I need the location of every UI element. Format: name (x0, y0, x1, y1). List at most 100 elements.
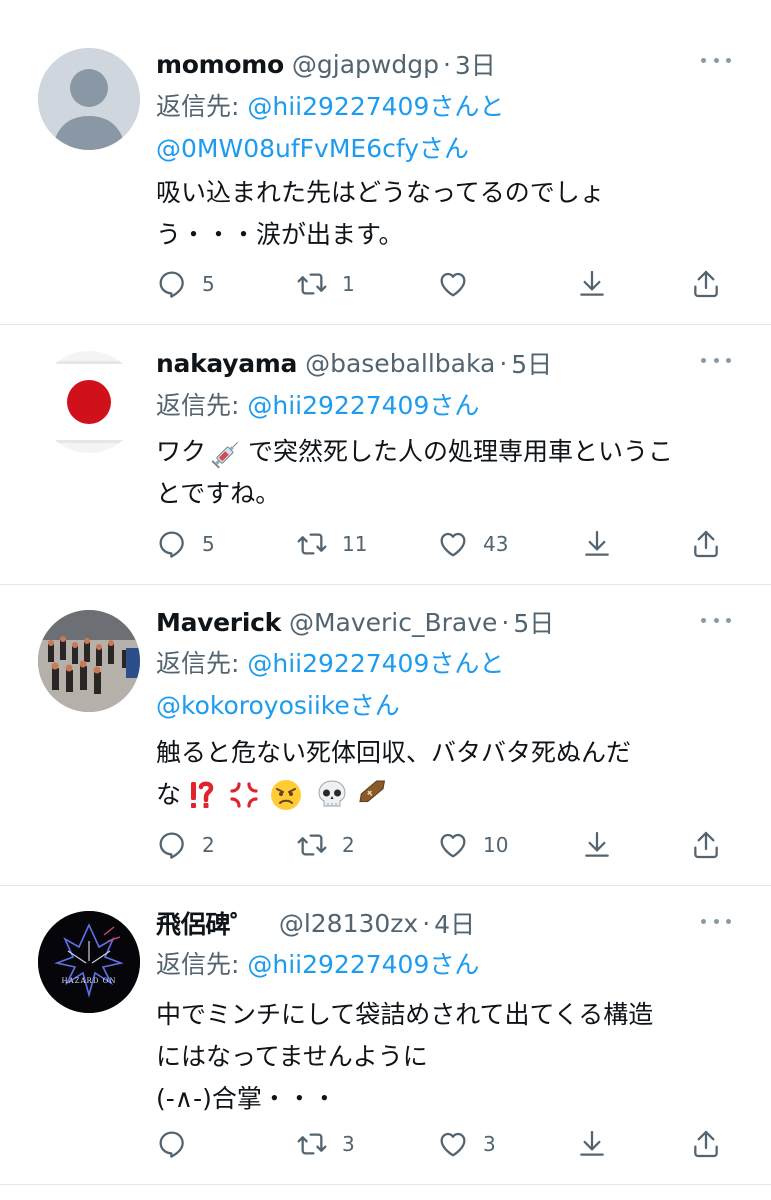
mention-link[interactable]: @hii29227409 (247, 950, 429, 979)
angry-face-emoji (271, 780, 302, 810)
tweet-text-line: ワク で突然死した人の処理専用車というこ (156, 431, 731, 473)
separator: · (499, 348, 508, 378)
display-name[interactable]: momomo (156, 50, 284, 79)
share-button[interactable] (690, 1124, 722, 1164)
avatar[interactable] (38, 48, 140, 150)
like-count: 10 (483, 833, 509, 857)
more-icon[interactable] (701, 618, 731, 626)
mention-link[interactable]: @0MW08ufFvME6cfy (156, 134, 419, 163)
like-count: 3 (483, 1132, 496, 1156)
japan-flag-icon (38, 351, 140, 453)
user-handle[interactable]: @l28130zx (279, 909, 418, 938)
download-button[interactable] (576, 1124, 608, 1164)
reply-suffix: さん (349, 691, 400, 720)
tweet-text-line: う・・・涙が出ます。 (156, 220, 404, 249)
coffin-emoji (359, 780, 386, 803)
action-bar: 3 3 (156, 1124, 731, 1164)
more-icon[interactable] (701, 919, 731, 927)
tweet-text-line: な (156, 774, 731, 816)
user-handle[interactable]: @Maveric_Brave (289, 608, 497, 637)
reply-context: 返信先: @hii29227409さんと @kokoroyosiikeさん (156, 643, 731, 727)
reply-connector: さんと (429, 92, 505, 121)
timestamp[interactable]: 5日 (513, 604, 554, 640)
more-icon[interactable] (701, 358, 731, 366)
reply-label: 返信先: (156, 950, 248, 979)
tweet-text-line: にはなってませんように (156, 1042, 428, 1071)
avatar[interactable]: HAZARD ON (38, 911, 140, 1013)
retweet-count: 3 (342, 1132, 355, 1156)
action-bar: 5 11 43 (156, 524, 731, 564)
separator: · (501, 607, 510, 637)
reply-label: 返信先: (156, 649, 248, 678)
share-icon (690, 1128, 722, 1160)
reply-icon (156, 528, 188, 560)
tweet-text: ワク で突然死した人の処理専用車というこ とですね。 (156, 431, 731, 515)
reply-icon (156, 268, 188, 300)
download-icon (581, 528, 613, 560)
timestamp[interactable]: 4日 (434, 905, 475, 941)
more-icon[interactable] (701, 58, 731, 66)
tweet-text-line: (-∧-)合掌・・・ (156, 1084, 337, 1113)
like-button[interactable]: 3 (437, 1124, 496, 1164)
share-button[interactable] (690, 825, 722, 865)
retweet-button[interactable]: 2 (296, 825, 355, 865)
like-button[interactable] (437, 264, 483, 304)
mention-link[interactable]: @hii29227409 (247, 92, 429, 121)
reply-button[interactable]: 2 (156, 825, 215, 865)
display-name[interactable]: Maverick (156, 608, 281, 637)
reply-context: 返信先: @hii29227409さん (156, 944, 731, 986)
timestamp[interactable]: 5日 (511, 345, 552, 381)
user-handle[interactable]: @gjapwdgp (292, 50, 439, 79)
tweet[interactable]: HAZARD ON 飛侶碑゜ @l28130zx · 4日 返信先: @hii2… (0, 886, 771, 1185)
share-icon (690, 829, 722, 861)
action-bar: 2 2 10 (156, 825, 731, 865)
mention-link[interactable]: @kokoroyosiike (156, 691, 350, 720)
tweet[interactable]: Maverick @Maveric_Brave · 5日 返信先: @hii29… (0, 585, 771, 886)
download-button[interactable] (581, 825, 613, 865)
mention-link[interactable]: @hii29227409 (247, 391, 429, 420)
timestamp[interactable]: 3日 (455, 46, 496, 82)
share-button[interactable] (690, 524, 722, 564)
tweet-text: 触ると危ない死体回収、バタバタ死ぬんだ な (156, 732, 731, 816)
reply-suffix: さん (429, 950, 480, 979)
like-button[interactable]: 10 (437, 825, 508, 865)
tweet[interactable]: nakayama @baseballbaka · 5日 返信先: @hii292… (0, 325, 771, 585)
retweet-button[interactable]: 3 (296, 1124, 355, 1164)
download-button[interactable] (576, 264, 608, 304)
share-icon (690, 528, 722, 560)
tweet-text: 中でミンチにして袋詰めされて出てくる構造 にはなってませんように (-∧-)合掌… (156, 994, 731, 1120)
reply-count: 5 (202, 532, 215, 556)
skull-emoji (318, 780, 346, 807)
download-icon (581, 829, 613, 861)
retweet-count: 2 (342, 833, 355, 857)
retweet-icon (296, 1128, 328, 1160)
action-bar: 5 1 (156, 264, 731, 304)
tweet-header: momomo @gjapwdgp · 3日 (156, 44, 731, 84)
reply-connector: さんと (429, 649, 505, 678)
retweet-button[interactable]: 1 (296, 264, 355, 304)
like-icon (437, 1128, 469, 1160)
tweet[interactable]: momomo @gjapwdgp · 3日 返信先: @hii29227409さ… (0, 0, 771, 325)
reply-icon (156, 1128, 188, 1160)
avatar[interactable] (38, 610, 140, 712)
reply-button[interactable]: 5 (156, 524, 215, 564)
text-fragment: で突然死した人の処理専用車というこ (248, 437, 674, 466)
text-fragment: ワク (156, 437, 207, 466)
reply-label: 返信先: (156, 92, 248, 121)
tweet-text-line: 触ると危ない死体回収、バタバタ死ぬんだ (156, 738, 632, 767)
share-button[interactable] (690, 264, 722, 304)
like-button[interactable]: 43 (437, 524, 508, 564)
reply-button[interactable]: 5 (156, 264, 215, 304)
mention-link[interactable]: @hii29227409 (247, 649, 429, 678)
reply-button[interactable] (156, 1124, 202, 1164)
avatar[interactable] (38, 351, 140, 453)
download-button[interactable] (581, 524, 613, 564)
display-name[interactable]: 飛侶碑゜ (156, 905, 255, 941)
display-name[interactable]: nakayama (156, 349, 297, 378)
user-handle[interactable]: @baseballbaka (305, 349, 495, 378)
retweet-button[interactable]: 11 (296, 524, 367, 564)
tweet-text-line: とですね。 (156, 479, 281, 508)
reply-icon (156, 829, 188, 861)
reply-context: 返信先: @hii29227409さんと @0MW08ufFvME6cfyさん (156, 86, 731, 170)
download-icon (576, 268, 608, 300)
